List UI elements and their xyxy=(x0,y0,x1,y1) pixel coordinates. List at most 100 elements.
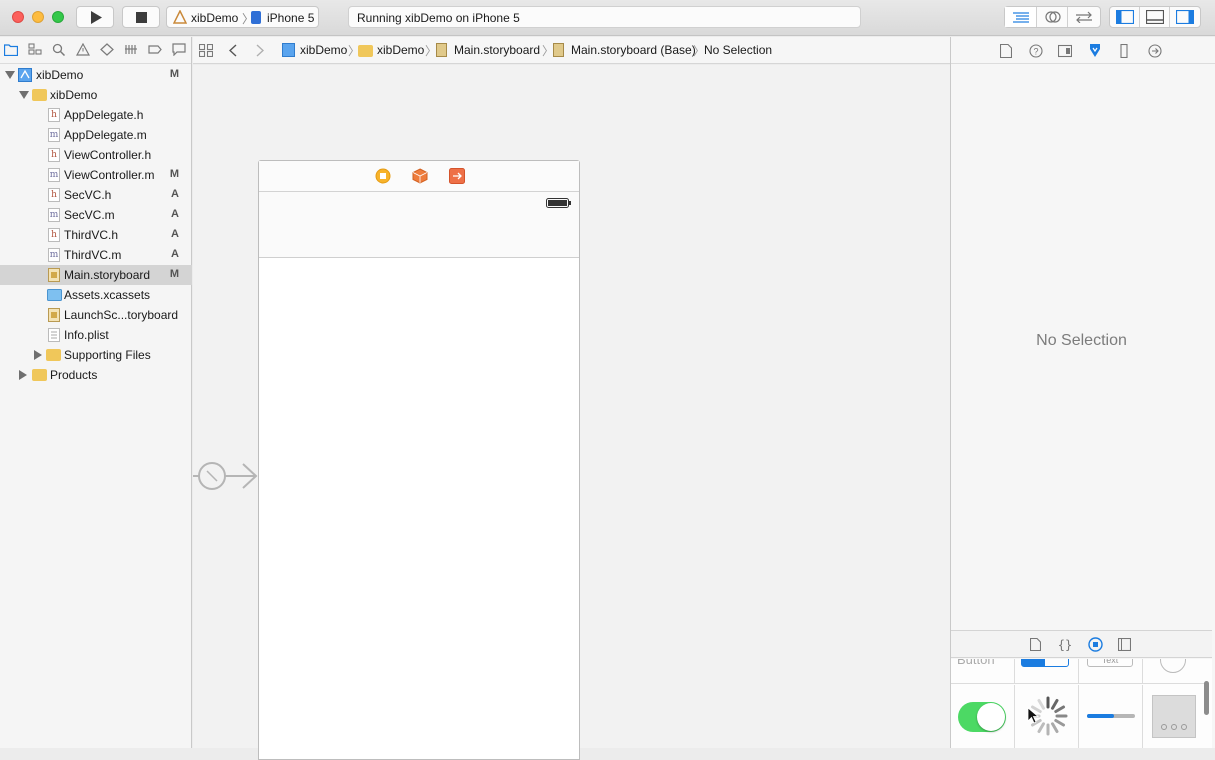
code-snippet-library-icon[interactable]: {} xyxy=(1058,637,1072,652)
nav-row-file[interactable]: h SecVC.h A xyxy=(0,185,192,205)
nav-row-file[interactable]: m SecVC.m A xyxy=(0,205,192,225)
nav-label: ViewController.m xyxy=(64,168,155,182)
breadcrumb-project[interactable]: xibDemo xyxy=(300,43,347,57)
storyboard-file-icon xyxy=(48,308,60,322)
disclosure-closed-icon[interactable] xyxy=(34,350,42,360)
zoom-window-button[interactable] xyxy=(52,11,64,23)
nav-row-file[interactable]: m ViewController.m M xyxy=(0,165,192,185)
nav-label: LaunchSc...toryboard xyxy=(64,308,179,322)
quick-help-icon[interactable]: ? xyxy=(1029,44,1043,58)
svg-text:?: ? xyxy=(1033,47,1038,57)
nav-row-file-selected[interactable]: Main.storyboard M xyxy=(0,265,192,285)
breadcrumb-selection[interactable]: No Selection xyxy=(704,43,772,57)
storyboard-canvas[interactable] xyxy=(193,65,950,760)
test-diamond-icon[interactable] xyxy=(100,43,114,56)
library-item-activity-indicator[interactable] xyxy=(1015,685,1079,748)
scm-status-badge: M xyxy=(169,68,179,80)
nav-label: Main.storyboard xyxy=(64,268,151,282)
plist-file-icon xyxy=(48,328,60,342)
file-template-library-icon[interactable] xyxy=(1030,638,1041,651)
storyboard-file-icon xyxy=(436,43,447,57)
scm-status-badge: M xyxy=(169,168,179,180)
breakpoint-icon[interactable] xyxy=(148,43,162,56)
run-button[interactable] xyxy=(76,6,114,28)
folder-tab-icon[interactable] xyxy=(4,43,18,56)
storyboard-file-icon xyxy=(48,268,60,282)
svg-text:{}: {} xyxy=(1058,638,1072,652)
first-responder-cube-icon[interactable] xyxy=(412,168,428,184)
exit-segue-icon[interactable] xyxy=(449,168,465,184)
xcode-project-icon xyxy=(18,68,32,82)
disclosure-open-icon[interactable] xyxy=(19,91,29,99)
navigation-bar[interactable] xyxy=(259,192,579,258)
breadcrumb-localization[interactable]: Main.storyboard (Base) xyxy=(571,43,696,57)
breadcrumb-group[interactable]: xibDemo xyxy=(377,43,424,57)
library-item-page-control[interactable] xyxy=(1143,685,1207,748)
library-item-round-button[interactable] xyxy=(1143,659,1207,684)
text-field-preview: Text xyxy=(1087,659,1133,667)
report-speech-icon[interactable] xyxy=(172,43,186,56)
storyboard-file-icon xyxy=(553,43,564,57)
nav-row-file[interactable]: LaunchSc...toryboard xyxy=(0,305,192,325)
standard-editor-button[interactable] xyxy=(1005,7,1037,27)
close-window-button[interactable] xyxy=(12,11,24,23)
nav-label: Assets.xcassets xyxy=(64,288,151,302)
file-inspector-icon[interactable] xyxy=(1000,44,1012,58)
library-item-text-field[interactable]: Text xyxy=(1079,659,1143,684)
nav-row-group[interactable]: xibDemo xyxy=(0,85,192,105)
nav-row-file[interactable]: m ThirdVC.m A xyxy=(0,245,192,265)
object-library-icon[interactable] xyxy=(1088,637,1103,652)
nav-label: AppDelegate.h xyxy=(64,108,144,122)
stop-icon xyxy=(136,12,147,23)
identity-inspector-icon[interactable] xyxy=(1058,44,1072,58)
warning-icon[interactable] xyxy=(76,43,90,56)
disclosure-open-icon[interactable] xyxy=(5,71,15,79)
library-item-slider[interactable] xyxy=(1079,685,1143,748)
nav-row-file[interactable]: Info.plist xyxy=(0,325,192,345)
forward-arrow-icon[interactable] xyxy=(256,44,264,57)
debug-gauge-icon[interactable] xyxy=(124,43,138,56)
battery-icon xyxy=(546,198,571,208)
nav-row-project[interactable]: xibDemo M xyxy=(0,65,192,85)
library-scrollbar[interactable] xyxy=(1204,681,1209,715)
view-controller-icon[interactable] xyxy=(375,168,391,184)
scheme-selector[interactable]: xibDemo 〉 iPhone 5 xyxy=(166,6,319,28)
back-arrow-icon[interactable] xyxy=(229,44,237,57)
library-item-button[interactable]: Button xyxy=(951,659,1015,684)
nav-row-file[interactable]: m AppDelegate.m xyxy=(0,125,192,145)
nav-row-file[interactable]: h AppDelegate.h xyxy=(0,105,192,125)
size-inspector-icon[interactable] xyxy=(1120,44,1128,58)
nav-row-file[interactable]: h ViewController.h xyxy=(0,145,192,165)
connections-inspector-icon[interactable] xyxy=(1148,44,1162,58)
nav-label: ThirdVC.m xyxy=(64,248,122,262)
assistant-editor-button[interactable] xyxy=(1037,7,1069,27)
minimize-window-button[interactable] xyxy=(32,11,44,23)
nav-row-group[interactable]: Supporting Files xyxy=(0,345,192,365)
nav-label: Info.plist xyxy=(64,328,109,342)
initial-vc-arrow[interactable] xyxy=(193,460,259,492)
library-item-switch[interactable] xyxy=(951,685,1015,748)
swap-arrows-icon xyxy=(1076,11,1093,23)
toggle-debug-area-button[interactable] xyxy=(1140,7,1170,27)
nav-row-group[interactable]: Products xyxy=(0,365,192,385)
scene-dock xyxy=(259,161,579,192)
text-lines-icon xyxy=(1013,12,1029,23)
view-controller-scene[interactable] xyxy=(258,160,580,760)
nav-row-file[interactable]: Assets.xcassets xyxy=(0,285,192,305)
related-items-grid-icon[interactable] xyxy=(199,44,213,57)
library-item-segmented-control[interactable] xyxy=(1015,659,1079,684)
scheme-project-label: xibDemo xyxy=(191,11,239,25)
attributes-inspector-icon[interactable] xyxy=(1088,43,1102,58)
version-editor-button[interactable] xyxy=(1068,7,1100,27)
disclosure-closed-icon[interactable] xyxy=(19,370,27,380)
breadcrumb-file[interactable]: Main.storyboard xyxy=(454,43,540,57)
symbol-hierarchy-icon[interactable] xyxy=(28,43,42,56)
toggle-navigator-button[interactable] xyxy=(1110,7,1140,27)
media-library-icon[interactable] xyxy=(1118,638,1131,651)
toggle-utilities-button[interactable] xyxy=(1170,7,1200,27)
folder-icon xyxy=(358,45,373,57)
stop-button[interactable] xyxy=(122,6,160,28)
search-icon[interactable] xyxy=(52,43,66,56)
nav-label: xibDemo xyxy=(36,68,84,82)
nav-row-file[interactable]: h ThirdVC.h A xyxy=(0,225,192,245)
